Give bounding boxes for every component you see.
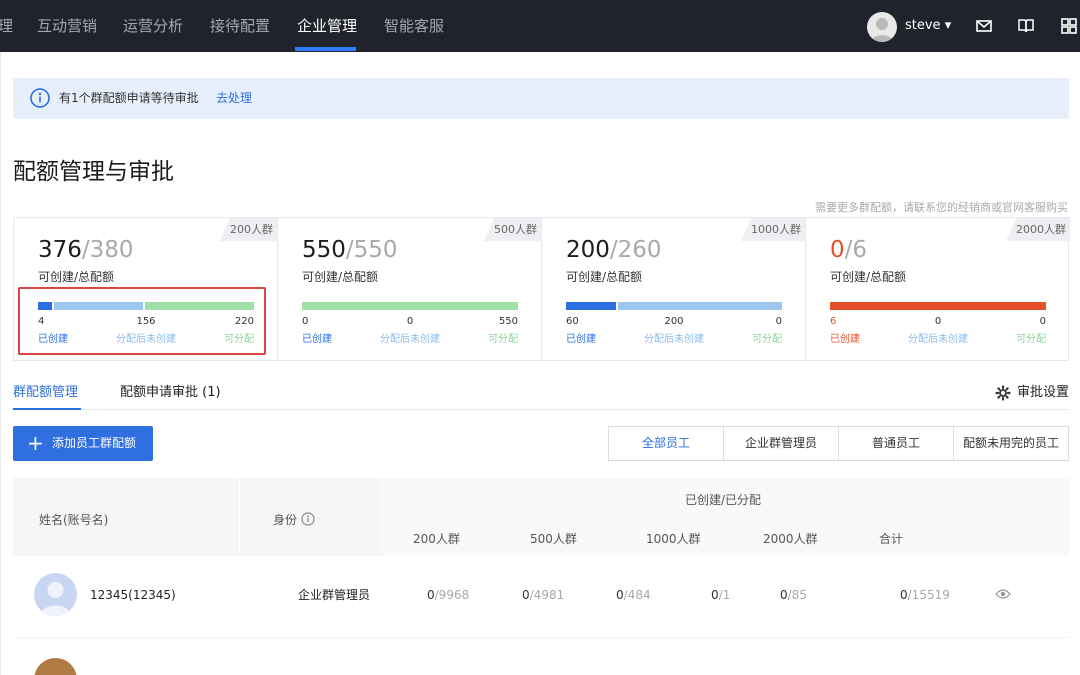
header-group-bg bbox=[379, 478, 1069, 556]
card-tag: 2000人群 bbox=[1006, 218, 1070, 241]
employee-filter: 全部员工 企业群管理员 普通员工 配额未用完的员工 bbox=[608, 426, 1069, 461]
apps-grid-icon[interactable] bbox=[1060, 17, 1078, 35]
main-panel: 有1个群配额申请等待审批 去处理 配额管理与审批 需要更多群配额，请联系您的经销… bbox=[0, 52, 1080, 675]
top-nav: 理 互动营销 运营分析 接待配置 企业管理 智能客服 steve ▾ bbox=[0, 0, 1080, 52]
card-subtitle: 可创建/总配额 bbox=[830, 270, 907, 284]
bar-pending-segment bbox=[617, 302, 782, 310]
nav-active-indicator bbox=[295, 47, 356, 51]
quota-bar bbox=[566, 302, 782, 310]
help-icon[interactable] bbox=[301, 512, 315, 526]
add-employee-quota-button[interactable]: + 添加员工群配额 bbox=[13, 426, 153, 461]
nav-item-operation-analysis[interactable]: 运营分析 bbox=[123, 0, 183, 52]
card-subtitle: 可创建/总配额 bbox=[302, 270, 379, 284]
filter-all-employees[interactable]: 全部员工 bbox=[609, 427, 724, 460]
notice-banner: 有1个群配额申请等待审批 去处理 bbox=[13, 78, 1069, 119]
row-name: 12345(12345) bbox=[90, 588, 176, 602]
banner-process-link[interactable]: 去处理 bbox=[216, 78, 252, 119]
quota-bar bbox=[830, 302, 1046, 310]
quota-card-1000: 1000人群 200/260 可创建/总配额 60 200 0 已创建 分配后未创建可… bbox=[542, 218, 806, 360]
filter-quota-remaining[interactable]: 配额未用完的员工 bbox=[954, 427, 1068, 460]
plus-icon: + bbox=[27, 431, 44, 455]
header-2000: 2000人群 bbox=[763, 532, 818, 546]
table-header: 姓名(账号名) 身份 已创建/已分配 200人群 500人群 1000人群 20… bbox=[13, 478, 1069, 556]
card-subtitle: 可创建/总配额 bbox=[566, 270, 643, 284]
avatar bbox=[34, 573, 77, 616]
nav-item-truncated[interactable]: 理 bbox=[0, 0, 13, 52]
row-cell-1000: 0/484 bbox=[616, 588, 651, 602]
avatar bbox=[34, 658, 77, 675]
table-row: 12345(12345) 企业群管理员 0/9968 0/4981 0/484 … bbox=[13, 556, 1069, 638]
quota-hint: 需要更多群配额，请联系您的经销商或官网客服购买 bbox=[815, 201, 1068, 214]
row-role: 企业群管理员 bbox=[298, 588, 371, 602]
row-cell-500: 0/4981 bbox=[522, 588, 565, 602]
add-button-label: 添加员工群配额 bbox=[52, 436, 137, 450]
header-500: 500人群 bbox=[530, 532, 577, 546]
approval-settings-button[interactable]: 审批设置 bbox=[995, 378, 1069, 408]
avatar[interactable] bbox=[867, 12, 897, 42]
eye-icon[interactable] bbox=[995, 588, 1011, 600]
info-icon bbox=[30, 88, 50, 108]
nav-item-interactive-marketing[interactable]: 互动营销 bbox=[37, 0, 97, 52]
tab-active-indicator bbox=[13, 408, 81, 410]
bar-created-segment bbox=[566, 302, 616, 310]
quota-card-500: 500人群 550/550 可创建/总配额 0 0 550 已创建 分配后未创建 可分配 bbox=[278, 218, 542, 360]
row-cell-200: 0/9968 bbox=[427, 588, 470, 602]
card-tag: 200人群 bbox=[220, 218, 277, 241]
user-menu[interactable]: steve ▾ bbox=[905, 0, 951, 52]
card-quota: 200/260 bbox=[566, 237, 662, 263]
card-tag: 500人群 bbox=[484, 218, 541, 241]
row-cell-extra: 0/85 bbox=[780, 588, 807, 602]
header-created-allocated: 已创建/已分配 bbox=[685, 493, 762, 507]
tab-quota-approval[interactable]: 配额申请审批 (1) bbox=[120, 378, 221, 408]
settings-label: 审批设置 bbox=[1016, 385, 1069, 400]
tab-bar: 群配额管理 配额申请审批 (1) 审批设置 bbox=[13, 378, 1069, 410]
page-title: 配额管理与审批 bbox=[13, 159, 174, 185]
header-role: 身份 bbox=[273, 511, 315, 528]
book-icon[interactable] bbox=[1017, 17, 1035, 35]
highlight-annotation bbox=[18, 287, 266, 355]
header-name: 姓名(账号名) bbox=[39, 513, 109, 527]
card-quota: 550/550 bbox=[302, 237, 398, 263]
bar-created-segment bbox=[830, 302, 1046, 310]
tab-group-quota[interactable]: 群配额管理 bbox=[13, 378, 78, 408]
card-subtitle: 可创建/总配额 bbox=[38, 270, 115, 284]
header-1000: 1000人群 bbox=[646, 532, 701, 546]
banner-text: 有1个群配额申请等待审批 bbox=[59, 91, 199, 105]
nav-item-smart-service[interactable]: 智能客服 bbox=[384, 0, 444, 52]
header-divider bbox=[239, 478, 240, 556]
gear-icon bbox=[995, 385, 1011, 401]
nav-item-reception-config[interactable]: 接待配置 bbox=[210, 0, 270, 52]
mail-icon[interactable] bbox=[975, 17, 993, 35]
bar-available-segment bbox=[302, 302, 518, 310]
filter-regular-employees[interactable]: 普通员工 bbox=[839, 427, 954, 460]
card-quota: 0/6 bbox=[830, 237, 868, 263]
row-cell-2000: 0/1 bbox=[711, 588, 731, 602]
quota-bar bbox=[302, 302, 518, 310]
nav-item-enterprise-management[interactable]: 企业管理 bbox=[297, 0, 357, 52]
card-quota: 376/380 bbox=[38, 237, 134, 263]
filter-group-admins[interactable]: 企业群管理员 bbox=[724, 427, 839, 460]
row-cell-total: 0/15519 bbox=[900, 588, 950, 602]
header-200: 200人群 bbox=[413, 532, 460, 546]
quota-card-2000: 2000人群 0/6 可创建/总配额 600 已创建 分配后未创建 可分配 bbox=[806, 218, 1070, 360]
header-total: 合计 bbox=[879, 532, 904, 546]
card-tag: 1000人群 bbox=[741, 218, 805, 241]
